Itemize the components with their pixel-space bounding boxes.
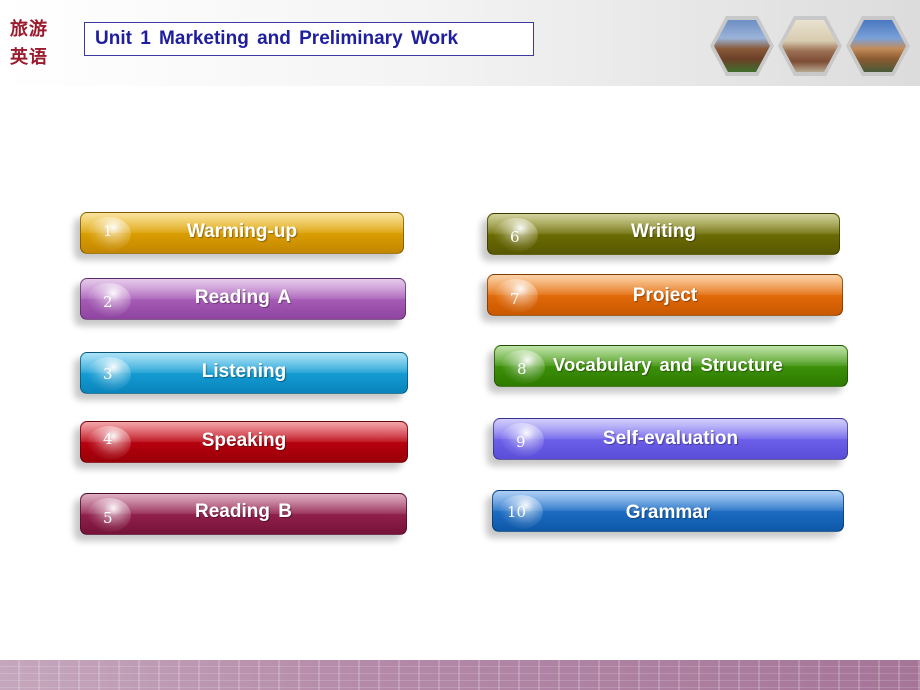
course-logo-line2: 英语 [10,47,48,68]
menu-button-reading-b[interactable]: 5 Reading B [80,493,407,535]
unit-title: Unit 1 Marketing and Preliminary Work [84,22,534,56]
footer-band [0,660,920,690]
menu-button-warming-up[interactable]: 1 Warming-up [80,212,404,254]
menu-button-vocabulary-and-structure[interactable]: 8 Vocabulary and Structure [494,345,848,387]
menu-button-writing[interactable]: 6 Writing [487,213,840,255]
menu-label: Grammar [625,502,711,523]
menu-button-self-evaluation[interactable]: 9 Self-evaluation [493,418,848,460]
course-logo: 旅游 英语 [10,16,70,72]
menu-label: Reading B [195,501,292,522]
menu-label: Listening [201,361,287,382]
menu-button-project[interactable]: 7 Project [487,274,843,316]
menu-label: Warming-up [186,221,298,242]
menu-label: Self-evaluation [602,428,739,449]
menu-label: Writing [630,221,697,242]
menu-label: Project [632,285,698,306]
course-logo-line1: 旅游 [10,19,48,40]
menu-label: Reading A [194,287,292,308]
menu-button-listening[interactable]: 3 Listening [80,352,408,394]
menu-label: Vocabulary and Structure [553,354,783,375]
menu-button-speaking[interactable]: 4 Speaking [80,421,408,463]
menu-label: Speaking [201,430,287,451]
menu-number: 8 [517,360,527,378]
menu-button-grammar[interactable]: 10 Grammar [492,490,844,532]
menu-button-reading-a[interactable]: 2 Reading A [80,278,406,320]
